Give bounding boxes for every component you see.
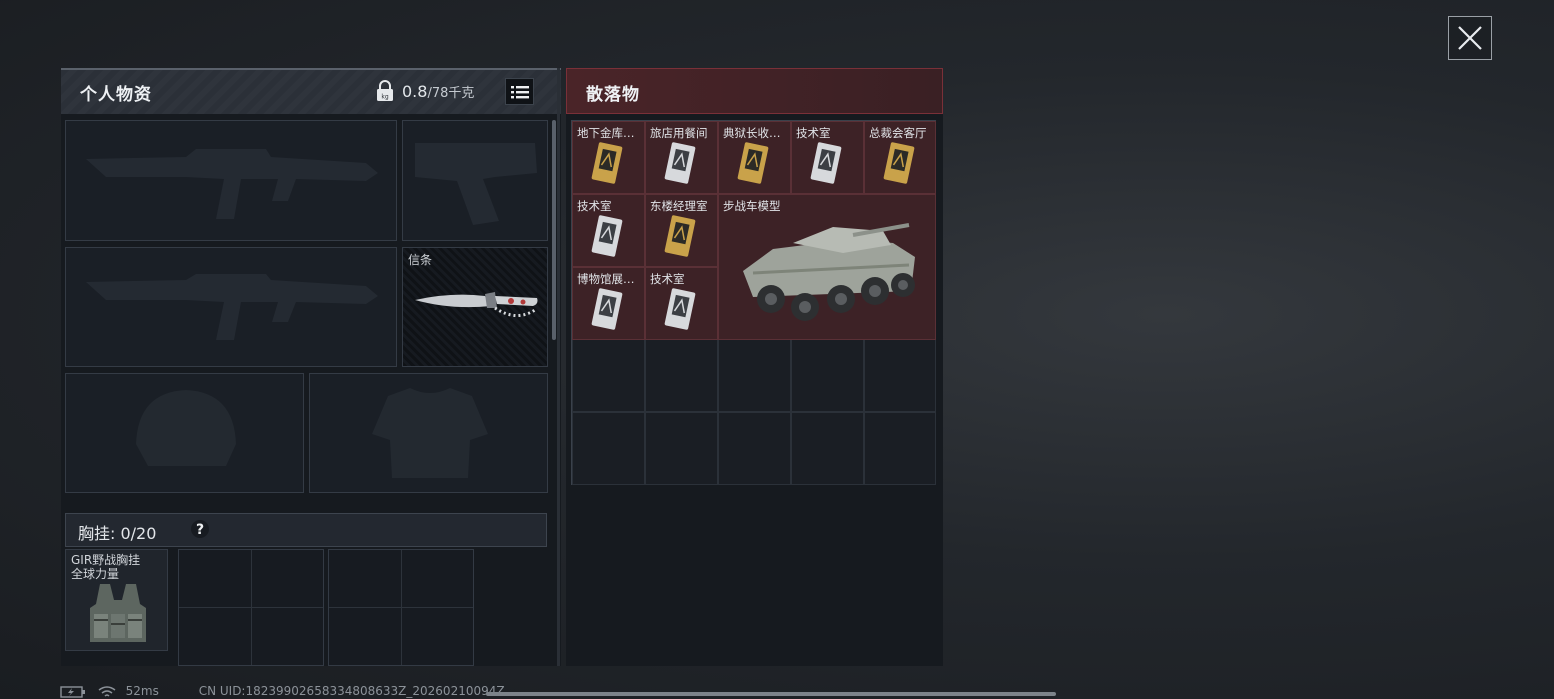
melee-label: 信条	[408, 253, 433, 267]
loot-item-name: 东楼经理室	[650, 199, 708, 213]
keycard-icon	[591, 288, 623, 330]
loot-item-name: 技术室	[650, 272, 685, 286]
loot-item[interactable]: 步战车模型	[718, 194, 936, 340]
armor-slot[interactable]	[309, 373, 548, 493]
loot-item[interactable]: 技术室	[791, 121, 864, 194]
keycard-icon	[810, 142, 842, 184]
loot-item-name: 典狱长收…	[723, 126, 781, 140]
chest-rig-slot[interactable]: GIR野战胸挂 全球力量	[65, 549, 168, 651]
loot-item[interactable]: 总裁会客厅	[864, 121, 936, 194]
rifle-icon	[86, 149, 378, 219]
help-icon[interactable]: ?	[190, 519, 210, 539]
empty-grid-cell[interactable]	[864, 412, 936, 485]
chest-rig-icon	[90, 584, 146, 642]
svg-text:kg: kg	[381, 94, 388, 101]
panel-title: 个人物资	[80, 85, 152, 105]
rifle-icon	[86, 274, 378, 340]
keycard-icon	[664, 215, 696, 257]
keycard-icon	[664, 288, 696, 330]
loot-item-name: 技术室	[796, 126, 831, 140]
status-bar: 52ms CN UID:18239902658334808633Z_202602…	[60, 684, 505, 698]
primary-weapon-slot[interactable]	[65, 120, 397, 241]
user-uid: CN UID:18239902658334808633Z_20260210094…	[198, 684, 505, 698]
loot-item[interactable]: 博物馆展…	[572, 267, 645, 340]
chest-rig-empty-slot[interactable]	[178, 549, 324, 666]
empty-grid-cell[interactable]	[572, 412, 645, 485]
empty-grid-cell[interactable]	[572, 339, 645, 412]
keycard-icon	[737, 142, 769, 184]
weight-icon: kg	[377, 80, 393, 101]
carry-weight: 0.8/78千克	[402, 82, 474, 101]
horizontal-scrollbar[interactable]	[486, 692, 1056, 696]
loot-item[interactable]: 地下金库…	[572, 121, 645, 194]
loot-item[interactable]: 典狱长收…	[718, 121, 791, 194]
keycard-icon	[591, 215, 623, 257]
ping-value: 52ms	[125, 684, 159, 698]
helmet-icon	[136, 390, 236, 466]
loot-item-name: 技术室	[577, 199, 612, 213]
list-icon	[510, 85, 529, 98]
melee-slot[interactable]: 信条	[402, 247, 548, 367]
body-armor-icon	[372, 388, 488, 478]
loot-item-name: 地下金库…	[577, 126, 635, 140]
helmet-slot[interactable]	[65, 373, 304, 493]
chest-rig-empty-slot[interactable]	[328, 549, 474, 666]
empty-grid-cell[interactable]	[718, 412, 791, 485]
loot-grid: 地下金库… 旅店用餐间 典狱长收… 技术室 总裁会客厅 技术室 东楼经理室 步战车模型 博物馆展…	[571, 120, 936, 485]
loot-item-name: 总裁会客厅	[869, 126, 927, 140]
loot-item-name: 博物馆展…	[577, 272, 635, 286]
keycard-icon	[664, 142, 696, 184]
loot-item[interactable]: 技术室	[572, 194, 645, 267]
close-icon	[1458, 26, 1482, 50]
sidearm-slot[interactable]	[402, 120, 548, 241]
loot-item-name: 步战车模型	[723, 199, 781, 213]
empty-grid-cell[interactable]	[864, 339, 936, 412]
empty-grid-cell[interactable]	[718, 339, 791, 412]
empty-grid-cell[interactable]	[645, 339, 718, 412]
panel-divider	[557, 68, 560, 666]
loot-item-name: 旅店用餐间	[650, 126, 708, 140]
keycard-icon	[883, 142, 915, 184]
svg-text:?: ?	[196, 522, 204, 538]
empty-grid-cell[interactable]	[791, 339, 864, 412]
pistol-icon	[415, 143, 537, 225]
chest-rig-name: GIR野战胸挂 全球力量	[71, 553, 141, 581]
knife-icon	[415, 292, 538, 317]
battery-icon	[60, 685, 85, 698]
wifi-icon	[98, 685, 116, 697]
loot-item[interactable]: 东楼经理室	[645, 194, 718, 267]
keycard-icon	[591, 142, 623, 184]
loot-panel-title: 散落物	[586, 85, 640, 105]
secondary-weapon-slot[interactable]	[65, 247, 397, 367]
ifv-model-icon	[743, 223, 915, 321]
sort-list-button[interactable]	[505, 78, 534, 105]
loot-item[interactable]: 旅店用餐间	[645, 121, 718, 194]
weight-current: 0.8	[402, 82, 428, 101]
inventory-scrollbar[interactable]	[552, 120, 556, 340]
weight-max: /78千克	[427, 86, 475, 101]
chest-rig-capacity: 胸挂: 0/20	[78, 524, 157, 543]
empty-grid-cell[interactable]	[645, 412, 718, 485]
loot-item[interactable]: 技术室	[645, 267, 718, 340]
close-button[interactable]	[1448, 16, 1492, 60]
empty-grid-cell[interactable]	[791, 412, 864, 485]
